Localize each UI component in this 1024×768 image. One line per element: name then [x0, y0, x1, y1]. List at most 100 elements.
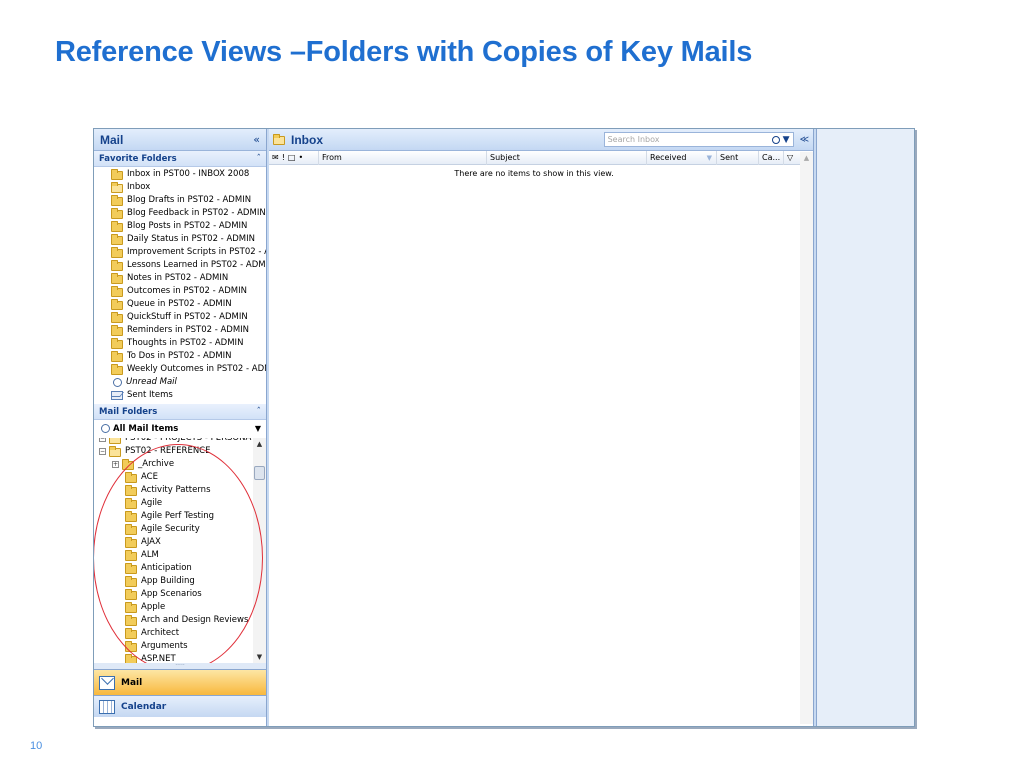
mail-folder-item[interactable]: Arguments	[94, 640, 266, 653]
favorite-folder-item[interactable]: Outcomes in PST02 - ADMIN	[94, 285, 266, 298]
column-categories[interactable]: Ca...	[759, 150, 784, 165]
mail-folder-item[interactable]: Apple	[94, 601, 266, 614]
mail-folder-item[interactable]: ALM	[94, 549, 266, 562]
folder-icon	[111, 298, 123, 310]
mail-folder-item[interactable]: + _Archive	[94, 458, 266, 471]
search-inbox-input[interactable]: Search Inbox ▼	[603, 132, 794, 147]
priority-icon[interactable]: !	[282, 151, 285, 165]
favorite-folder-item[interactable]: Blog Feedback in PST02 - ADMIN	[94, 207, 266, 220]
inbox-pane: Inbox Search Inbox ▼ ≪ ✉ ! □ • From Subj…	[269, 129, 814, 726]
favorite-folder-item[interactable]: Unread Mail	[94, 376, 266, 389]
mail-folder-label: ASP.NET	[141, 654, 176, 663]
collapse-tree-icon[interactable]: −	[99, 438, 106, 442]
favorite-folder-item[interactable]: Thoughts in PST02 - ADMIN	[94, 337, 266, 350]
search-options-icon[interactable]: ▼	[783, 135, 790, 145]
column-sent[interactable]: Sent	[717, 150, 759, 165]
favorite-folder-item[interactable]: To Dos in PST02 - ADMIN	[94, 350, 266, 363]
empty-view-message: There are no items to show in this view.	[454, 169, 614, 178]
column-subject[interactable]: Subject	[487, 150, 647, 165]
column-from[interactable]: From	[319, 150, 487, 165]
mail-folder-label: Agile Perf Testing	[141, 511, 214, 521]
folder-tree-scrollbar[interactable]: ▲ ▼	[253, 438, 266, 663]
mail-folder-item[interactable]: Agile Security	[94, 523, 266, 536]
document-icon[interactable]: □	[288, 151, 296, 165]
collapse-icon[interactable]: «	[253, 133, 260, 146]
favorite-folder-item[interactable]: Notes in PST02 - ADMIN	[94, 272, 266, 285]
sort-descending-icon: ▼	[706, 153, 712, 162]
folder-icon	[125, 523, 137, 535]
favorite-folder-item[interactable]: Blog Drafts in PST02 - ADMIN	[94, 194, 266, 207]
dropdown-arrow-icon[interactable]: ▼	[255, 424, 261, 433]
folder-icon	[122, 458, 134, 470]
folder-icon	[125, 497, 137, 509]
flag-column-icon[interactable]: ▽	[784, 151, 798, 165]
favorite-folder-item[interactable]: Weekly Outcomes in PST02 - ADM	[94, 363, 266, 376]
folder-icon	[111, 168, 123, 180]
mail-folder-item[interactable]: ACE	[94, 471, 266, 484]
scroll-down-icon[interactable]: ▼	[253, 651, 266, 663]
mail-folder-item[interactable]: Activity Patterns	[94, 484, 266, 497]
favorite-folder-item[interactable]: Daily Status in PST02 - ADMIN	[94, 233, 266, 246]
icon-columns[interactable]: ✉ ! □ •	[269, 150, 319, 165]
slide-title: Reference Views –Folders with Copies of …	[55, 36, 753, 68]
folder-icon	[125, 627, 137, 639]
favorite-folder-label: Queue in PST02 - ADMIN	[127, 299, 232, 309]
mail-folder-item[interactable]: Arch and Design Reviews	[94, 614, 266, 627]
search-icon[interactable]	[771, 135, 780, 144]
collapse-tree-icon[interactable]: −	[99, 448, 106, 455]
favorite-folders-list: Inbox in PST00 - INBOX 2008 Inbox Blog Dra…	[94, 167, 266, 402]
mail-folder-label: AJAX	[141, 537, 161, 547]
message-list-scrollbar[interactable]: ▲	[800, 152, 813, 724]
all-mail-items-selector[interactable]: All Mail Items ▼	[94, 420, 266, 438]
scroll-up-icon[interactable]: ▲	[253, 438, 266, 450]
mail-folder-item[interactable]: − PST02 - REFERENCE	[94, 445, 266, 458]
favorite-folder-item[interactable]: Inbox in PST00 - INBOX 2008	[94, 168, 266, 181]
folder-icon	[111, 272, 123, 284]
scroll-up-icon[interactable]: ▲	[800, 152, 813, 164]
folder-icon	[111, 194, 123, 206]
mail-folder-label: App Scenarios	[141, 589, 202, 599]
search-folder-icon	[101, 424, 110, 433]
mail-folders-header[interactable]: Mail Folders ˆ	[94, 404, 266, 420]
mail-folder-item[interactable]: App Scenarios	[94, 588, 266, 601]
mail-nav-button[interactable]: Mail	[94, 669, 266, 695]
favorite-folder-item[interactable]: Inbox	[94, 181, 266, 194]
calendar-nav-button[interactable]: Calendar	[94, 695, 266, 717]
envelope-icon	[99, 675, 115, 690]
mail-folder-label: PST02 - PROJECTS - PERSONA	[125, 438, 252, 443]
favorite-folder-label: Notes in PST02 - ADMIN	[127, 273, 229, 283]
importance-icon[interactable]: ✉	[272, 151, 279, 165]
favorite-folder-item[interactable]: QuickStuff in PST02 - ADMIN	[94, 311, 266, 324]
sent-items-icon	[111, 391, 123, 400]
favorite-folder-label: Reminders in PST02 - ADMIN	[127, 325, 250, 335]
mail-folder-item[interactable]: Agile Perf Testing	[94, 510, 266, 523]
expand-icon[interactable]: +	[112, 461, 119, 468]
todo-bar	[816, 129, 914, 726]
folder-icon	[125, 588, 137, 600]
mail-folder-item[interactable]: Anticipation	[94, 562, 266, 575]
scroll-thumb[interactable]	[254, 466, 265, 480]
folder-icon	[125, 484, 137, 496]
favorite-folder-item[interactable]: Improvement Scripts in PST02 - AD	[94, 246, 266, 259]
chevron-up-icon[interactable]: ˆ	[257, 154, 262, 164]
favorite-folders-header[interactable]: Favorite Folders ˆ	[94, 151, 266, 167]
mail-folder-item[interactable]: Architect	[94, 627, 266, 640]
mail-folder-item[interactable]: − PST02 - PROJECTS - PERSONA	[94, 438, 266, 445]
favorite-folder-item[interactable]: Blog Posts in PST02 - ADMIN	[94, 220, 266, 233]
favorite-folder-label: Blog Drafts in PST02 - ADMIN	[127, 195, 252, 205]
mail-folder-item[interactable]: ASP.NET	[94, 653, 266, 663]
favorite-folder-item[interactable]: Reminders in PST02 - ADMIN	[94, 324, 266, 337]
attachment-icon[interactable]: •	[298, 151, 303, 165]
chevron-up-icon[interactable]: ˆ	[257, 407, 262, 417]
mail-folder-item[interactable]: AJAX	[94, 536, 266, 549]
favorite-folder-label: Improvement Scripts in PST02 - AD	[127, 247, 266, 257]
mail-folder-item[interactable]: Agile	[94, 497, 266, 510]
nav-title: Mail	[100, 132, 124, 147]
column-received[interactable]: Received ▼	[647, 150, 717, 165]
favorite-folder-item[interactable]: Sent Items	[94, 389, 266, 402]
favorite-folder-item[interactable]: Queue in PST02 - ADMIN	[94, 298, 266, 311]
mail-folder-item[interactable]: App Building	[94, 575, 266, 588]
expand-query-icon[interactable]: ≪	[800, 134, 809, 145]
favorite-folder-item[interactable]: Lessons Learned in PST02 - ADMI	[94, 259, 266, 272]
favorite-folder-label: Inbox in PST00 - INBOX 2008	[127, 169, 250, 179]
